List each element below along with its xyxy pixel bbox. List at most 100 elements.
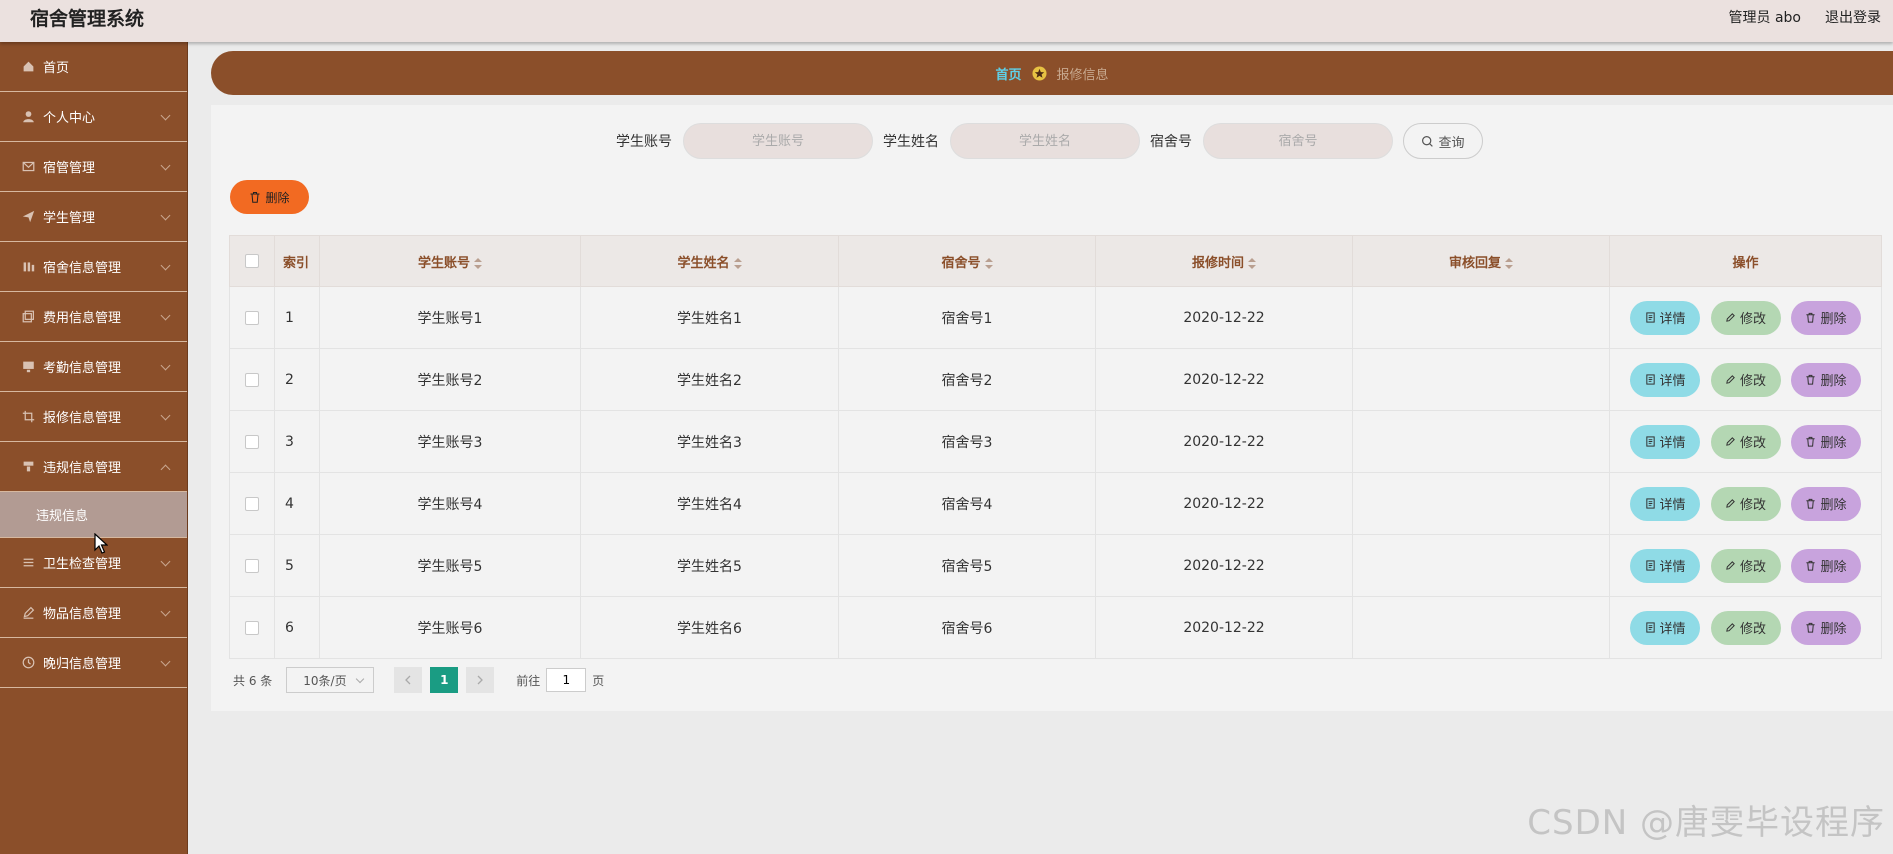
sidebar-item-items[interactable]: 物品信息管理: [0, 588, 187, 638]
trash-icon: [1806, 312, 1816, 323]
sidebar-item-repairs[interactable]: 报修信息管理: [0, 392, 187, 442]
page-number-current[interactable]: 1: [430, 667, 459, 693]
cell-review-reply: [1352, 286, 1610, 349]
goto-page-input[interactable]: [546, 668, 587, 692]
pencil-icon: [1726, 561, 1735, 570]
cell-name: 学生姓名4: [580, 472, 839, 535]
delete-button[interactable]: 删除: [1790, 548, 1861, 583]
column-header-name[interactable]: 学生姓名: [580, 235, 839, 287]
detail-button[interactable]: 详情: [1630, 362, 1701, 397]
sort-icon[interactable]: [984, 257, 993, 269]
detail-button[interactable]: 详情: [1630, 610, 1701, 645]
delete-button[interactable]: 删除: [1790, 362, 1861, 397]
row-checkbox[interactable]: [245, 558, 259, 573]
cell-repair-time: 2020-12-22: [1095, 596, 1353, 659]
page-size-select[interactable]: 10条/页: [286, 667, 375, 693]
edit-button[interactable]: 修改: [1710, 424, 1781, 459]
cell-repair-time: 2020-12-22: [1095, 472, 1353, 535]
row-checkbox[interactable]: [245, 372, 259, 387]
trash-icon: [1806, 560, 1816, 571]
cell-account: 学生账号3: [319, 410, 581, 473]
detail-button[interactable]: 详情: [1630, 486, 1701, 521]
breadcrumb-home[interactable]: 首页: [995, 64, 1021, 83]
sidebar-item-students[interactable]: 学生管理: [0, 192, 187, 242]
cell-index: 5: [274, 534, 320, 597]
page-size-value: 10条/页: [303, 673, 347, 688]
cell-name: 学生姓名3: [580, 410, 839, 473]
select-all-cell: [229, 235, 275, 287]
sidebar-item-late-return[interactable]: 晚归信息管理: [0, 638, 187, 688]
edit-button[interactable]: 修改: [1710, 548, 1781, 583]
document-icon: [1645, 436, 1655, 447]
sort-icon[interactable]: [1248, 257, 1256, 269]
detail-button[interactable]: 详情: [1630, 424, 1701, 459]
edit-button-label: 修改: [1739, 312, 1766, 327]
cell-account: 学生账号4: [319, 472, 581, 535]
document-icon: [1645, 498, 1655, 509]
sidebar-subitem-violation-info[interactable]: 违规信息: [0, 492, 187, 538]
edit-button-label: 修改: [1739, 498, 1766, 513]
next-page-button[interactable]: [466, 667, 495, 693]
list-icon: [21, 556, 35, 570]
sidebar-item-dorm-info[interactable]: 宿舍信息管理: [0, 242, 187, 292]
prev-page-button[interactable]: [394, 667, 423, 693]
dorm-number-input[interactable]: [1203, 123, 1393, 159]
logout-link[interactable]: 退出登录: [1825, 7, 1881, 27]
search-label-name: 学生姓名: [883, 134, 939, 150]
sort-icon[interactable]: [733, 257, 742, 269]
sidebar-item-home[interactable]: 首页: [0, 42, 187, 92]
column-header-dorm[interactable]: 宿舍号: [838, 235, 1096, 287]
row-checkbox[interactable]: [245, 434, 259, 449]
edit-button[interactable]: 修改: [1710, 362, 1781, 397]
column-header-repair-time[interactable]: 报修时间: [1095, 235, 1353, 287]
query-button[interactable]: 查询: [1403, 123, 1483, 159]
sidebar-item-attendance[interactable]: 考勤信息管理: [0, 342, 187, 392]
delete-button[interactable]: 删除: [1790, 300, 1861, 335]
delete-button[interactable]: 删除: [1790, 424, 1861, 459]
edit-button[interactable]: 修改: [1710, 610, 1781, 645]
student-name-input[interactable]: [950, 123, 1140, 159]
document-icon: [1645, 622, 1655, 633]
sort-icon[interactable]: [1505, 257, 1513, 269]
delete-button[interactable]: 删除: [1790, 610, 1861, 645]
table-header-row: 索引 学生账号 学生姓名 宿舍号 报修时间 审核回复 操作: [229, 235, 1882, 287]
sidebar-item-dorm-admins[interactable]: 宿管管理: [0, 142, 187, 192]
sidebar-item-violations[interactable]: 违规信息管理: [0, 442, 187, 492]
cell-actions: 详情 修改 删除: [1609, 534, 1882, 597]
table-row: 3 学生账号3 学生姓名3 宿舍号3 2020-12-22 详情 修改 删除: [229, 410, 1882, 473]
cell-repair-time: 2020-12-22: [1095, 286, 1353, 349]
row-select-cell: [229, 286, 275, 349]
sort-icon[interactable]: [474, 257, 482, 269]
detail-button[interactable]: 详情: [1630, 300, 1701, 335]
edit-button-label: 修改: [1739, 436, 1766, 451]
row-checkbox[interactable]: [245, 620, 259, 635]
delete-button[interactable]: 删除: [1790, 486, 1861, 521]
edit-button[interactable]: 修改: [1710, 300, 1781, 335]
table-row: 5 学生账号5 学生姓名5 宿舍号5 2020-12-22 详情 修改 删除: [229, 534, 1882, 597]
cell-dorm: 宿舍号6: [838, 596, 1096, 659]
chevron-down-icon: [160, 556, 171, 567]
edit-button[interactable]: 修改: [1710, 486, 1781, 521]
pencil-icon: [1726, 313, 1735, 322]
chevron-down-icon: [160, 160, 171, 171]
column-header-review-reply[interactable]: 审核回复: [1352, 235, 1610, 287]
table-row: 4 学生账号4 学生姓名4 宿舍号4 2020-12-22 详情 修改 删除: [229, 472, 1882, 535]
search-label-dorm: 宿舍号: [1150, 134, 1192, 150]
cell-dorm: 宿舍号2: [838, 348, 1096, 411]
sidebar-item-label: 宿管管理: [43, 161, 96, 176]
row-checkbox[interactable]: [245, 310, 259, 325]
cell-account: 学生账号1: [319, 286, 581, 349]
row-checkbox[interactable]: [245, 496, 259, 511]
sidebar-item-fees[interactable]: 费用信息管理: [0, 292, 187, 342]
student-account-input[interactable]: [683, 123, 873, 159]
column-header-account[interactable]: 学生账号: [319, 235, 581, 287]
bulk-delete-button[interactable]: 删除: [230, 180, 309, 214]
bulk-delete-label: 删除: [265, 190, 290, 205]
select-all-checkbox[interactable]: [245, 254, 259, 268]
detail-button[interactable]: 详情: [1630, 548, 1701, 583]
chevron-down-icon: [160, 110, 171, 121]
cell-name: 学生姓名6: [580, 596, 839, 659]
sidebar-item-profile[interactable]: 个人中心: [0, 92, 187, 142]
column-header-index: 索引: [274, 235, 320, 287]
pencil-icon: [1726, 437, 1735, 446]
